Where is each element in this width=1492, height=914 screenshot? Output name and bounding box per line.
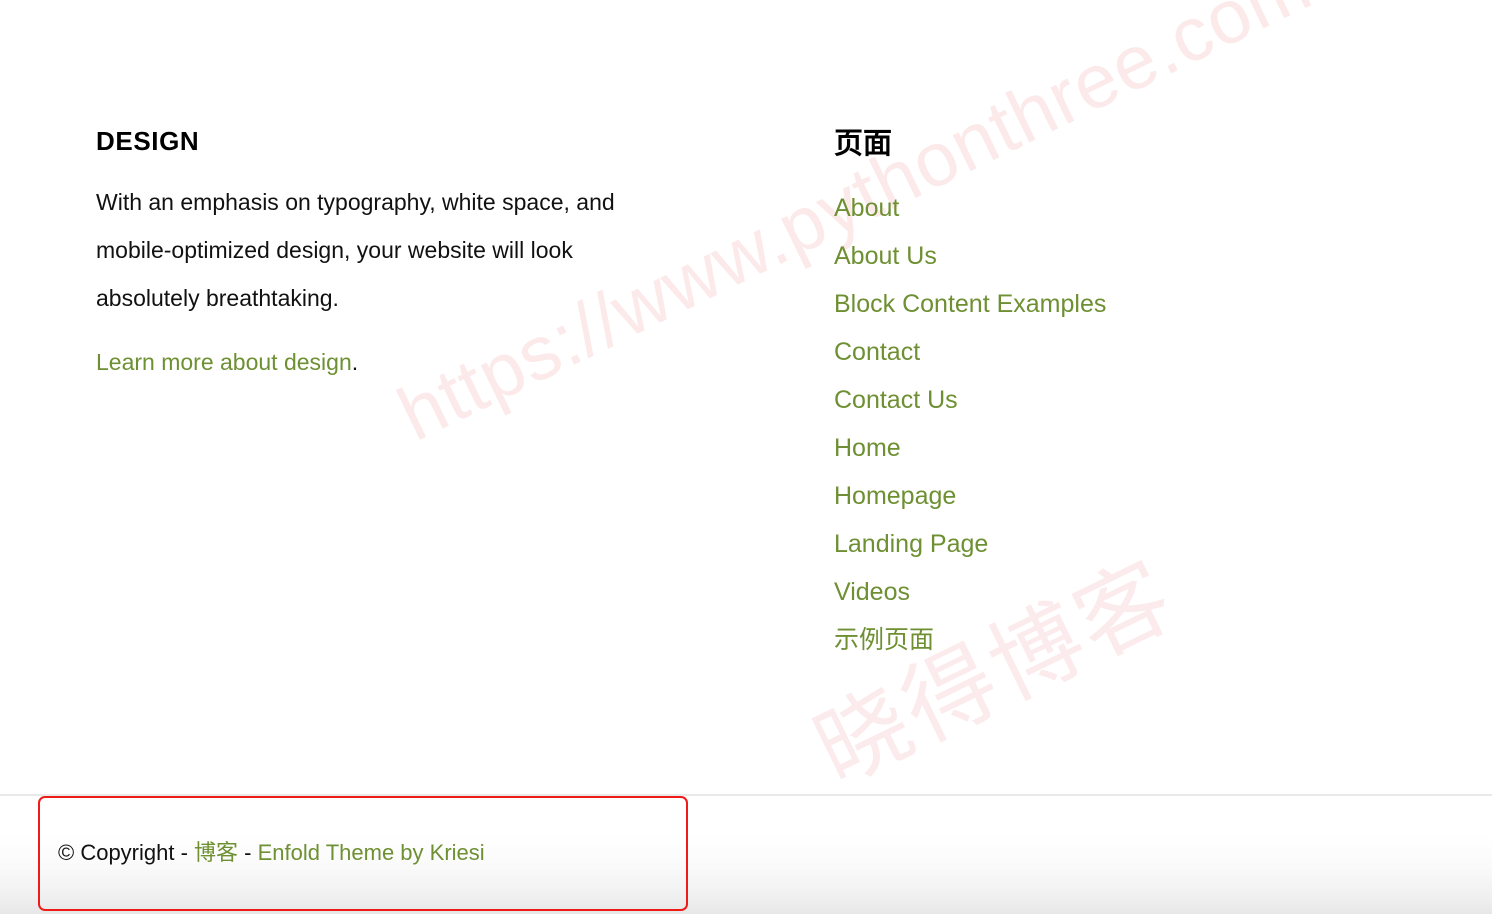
widget-pages: 页面 About About Us Block Content Examples… bbox=[834, 124, 1394, 664]
page-link-contact-us[interactable]: Contact Us bbox=[834, 386, 958, 414]
footer-socket: © Copyright - 博客 - Enfold Theme by Kries… bbox=[0, 794, 1492, 914]
list-item: Block Content Examples bbox=[834, 280, 1394, 328]
list-item: Landing Page bbox=[834, 520, 1394, 568]
page-link-contact[interactable]: Contact bbox=[834, 338, 920, 366]
design-link-suffix: . bbox=[351, 349, 359, 375]
copyright-separator-2: - bbox=[238, 840, 258, 865]
page-link-about-us[interactable]: About Us bbox=[834, 242, 937, 270]
list-item: 示例页面 bbox=[834, 616, 1394, 664]
list-item: Homepage bbox=[834, 472, 1394, 520]
page-link-sample-page[interactable]: 示例页面 bbox=[834, 625, 934, 654]
widget-design-more-line: Learn more about design. bbox=[96, 322, 696, 377]
page-link-landing-page[interactable]: Landing Page bbox=[834, 530, 988, 558]
widget-design-title: DESIGN bbox=[96, 126, 200, 156]
widget-design-body: With an emphasis on typography, white sp… bbox=[96, 189, 615, 311]
page-link-block-content-examples[interactable]: Block Content Examples bbox=[834, 290, 1106, 318]
pages-link-list: About About Us Block Content Examples Co… bbox=[834, 162, 1394, 664]
page-link-videos[interactable]: Videos bbox=[834, 578, 910, 606]
list-item: Home bbox=[834, 424, 1394, 472]
list-item: Videos bbox=[834, 568, 1394, 616]
list-item: About bbox=[834, 184, 1394, 232]
footer-widget-area: DESIGN With an emphasis on typography, w… bbox=[0, 0, 1492, 794]
copyright-text: © Copyright - 博客 - Enfold Theme by Kries… bbox=[58, 838, 485, 869]
page-link-home[interactable]: Home bbox=[834, 434, 901, 462]
widget-design: DESIGN With an emphasis on typography, w… bbox=[96, 124, 696, 377]
copyright-prefix: © Copyright bbox=[58, 840, 175, 865]
copyright-separator-1: - bbox=[174, 840, 195, 865]
list-item: About Us bbox=[834, 232, 1394, 280]
theme-credit-link[interactable]: Enfold Theme by Kriesi bbox=[258, 840, 485, 865]
site-name-link[interactable]: 博客 bbox=[194, 841, 238, 866]
list-item: Contact Us bbox=[834, 376, 1394, 424]
page-link-about[interactable]: About bbox=[834, 194, 899, 222]
list-item: Contact bbox=[834, 328, 1394, 376]
widget-pages-title: 页面 bbox=[834, 126, 893, 160]
page-link-homepage[interactable]: Homepage bbox=[834, 482, 956, 510]
learn-more-about-design-link[interactable]: Learn more about design bbox=[96, 349, 352, 375]
